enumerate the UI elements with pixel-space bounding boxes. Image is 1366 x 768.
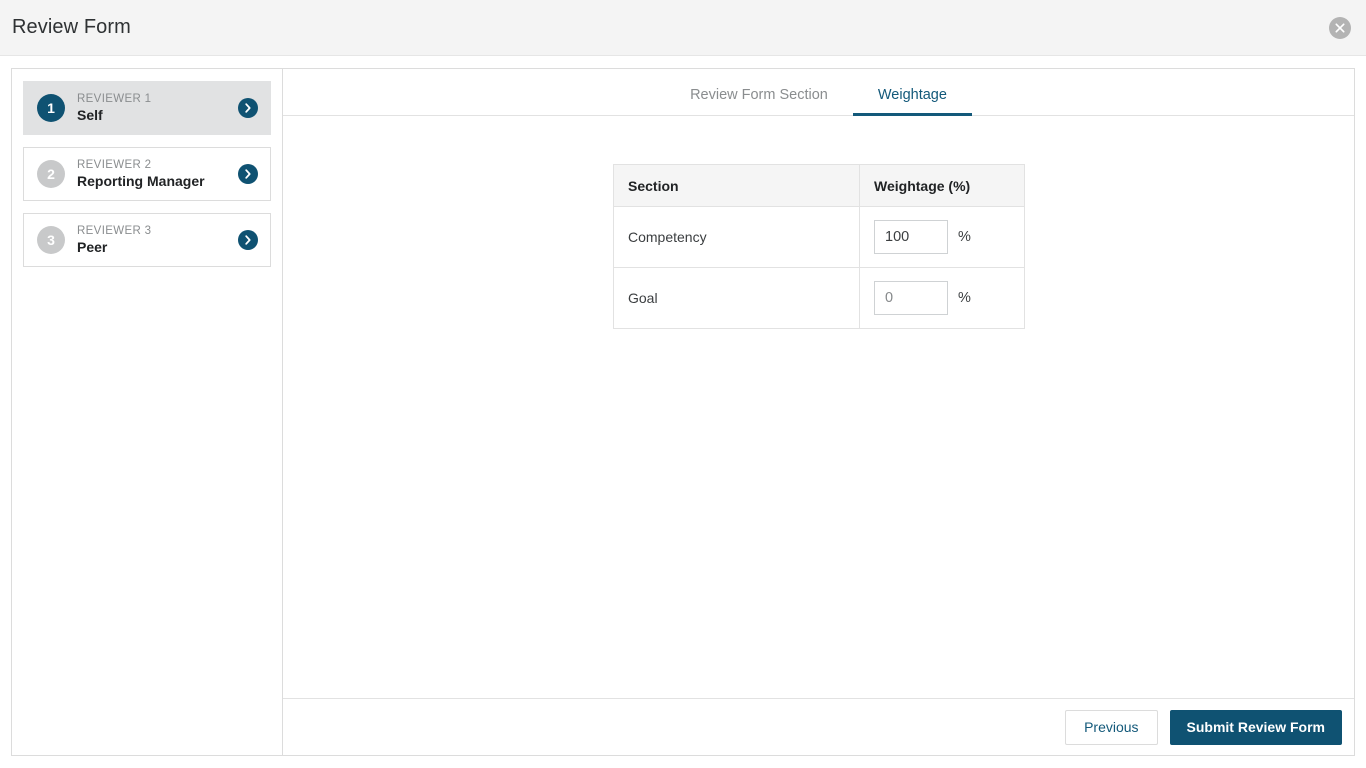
reviewer-role-label: REVIEWER 2 — [77, 159, 152, 172]
table-row: Competency % — [613, 206, 1025, 268]
percent-label: % — [958, 229, 971, 245]
sidebar-item-reviewer-2[interactable]: 2 REVIEWER 2 Reporting Manager — [23, 147, 271, 201]
weightage-input-group: % — [874, 281, 1010, 315]
tab-bar: Review Form Section Weightage — [283, 69, 1354, 116]
tab-weightage[interactable]: Weightage — [852, 87, 972, 116]
table-row: Goal % — [613, 267, 1025, 329]
column-header-weightage: Weightage (%) — [859, 164, 1025, 207]
cell-weightage: % — [859, 206, 1025, 268]
table-header: Section Weightage (%) — [613, 164, 1025, 207]
weightage-input-goal[interactable] — [874, 281, 948, 315]
reviewer-number-badge: 3 — [37, 226, 65, 254]
submit-review-form-button[interactable]: Submit Review Form — [1169, 709, 1342, 745]
reviewer-name-label: Peer — [77, 239, 108, 255]
chevron-right-icon[interactable] — [238, 164, 258, 184]
reviewer-text: REVIEWER 2 Reporting Manager — [77, 159, 238, 189]
reviewer-name-label: Self — [77, 107, 103, 123]
weightage-input-competency[interactable] — [874, 220, 948, 254]
sidebar-item-reviewer-1[interactable]: 1 REVIEWER 1 Self — [23, 81, 271, 135]
reviewer-text: REVIEWER 1 Self — [77, 93, 238, 123]
reviewer-number-badge: 1 — [37, 94, 65, 122]
percent-label: % — [958, 290, 971, 306]
weightage-input-group: % — [874, 220, 1010, 254]
tab-content-weightage: Section Weightage (%) Competency % — [283, 116, 1354, 698]
previous-button[interactable]: Previous — [1065, 709, 1158, 745]
reviewer-number-badge: 2 — [37, 160, 65, 188]
reviewer-name-label: Reporting Manager — [77, 173, 205, 189]
column-header-section: Section — [613, 164, 860, 207]
weightage-table: Section Weightage (%) Competency % — [613, 164, 1025, 329]
table-header-row: Section Weightage (%) — [613, 164, 1025, 207]
table-body: Competency % Goal — [613, 206, 1025, 329]
cell-section-name: Competency — [613, 206, 860, 268]
cell-section-name: Goal — [613, 267, 860, 329]
page-title: Review Form — [12, 16, 131, 38]
sidebar-item-reviewer-3[interactable]: 3 REVIEWER 3 Peer — [23, 213, 271, 267]
cell-weightage: % — [859, 267, 1025, 329]
close-icon[interactable] — [1329, 17, 1351, 39]
form-footer: Previous Submit Review Form — [283, 698, 1354, 755]
main-panel: Review Form Section Weightage Section We… — [283, 69, 1354, 755]
reviewer-role-label: REVIEWER 1 — [77, 93, 152, 106]
review-form-card: 1 REVIEWER 1 Self 2 REVIEWER 2 Reporting… — [11, 68, 1355, 756]
window-titlebar: Review Form — [0, 0, 1366, 56]
chevron-right-icon[interactable] — [238, 98, 258, 118]
reviewer-role-label: REVIEWER 3 — [77, 225, 152, 238]
reviewer-sidebar: 1 REVIEWER 1 Self 2 REVIEWER 2 Reporting… — [12, 69, 283, 755]
reviewer-text: REVIEWER 3 Peer — [77, 225, 238, 255]
tab-review-form-section[interactable]: Review Form Section — [665, 87, 853, 115]
chevron-right-icon[interactable] — [238, 230, 258, 250]
